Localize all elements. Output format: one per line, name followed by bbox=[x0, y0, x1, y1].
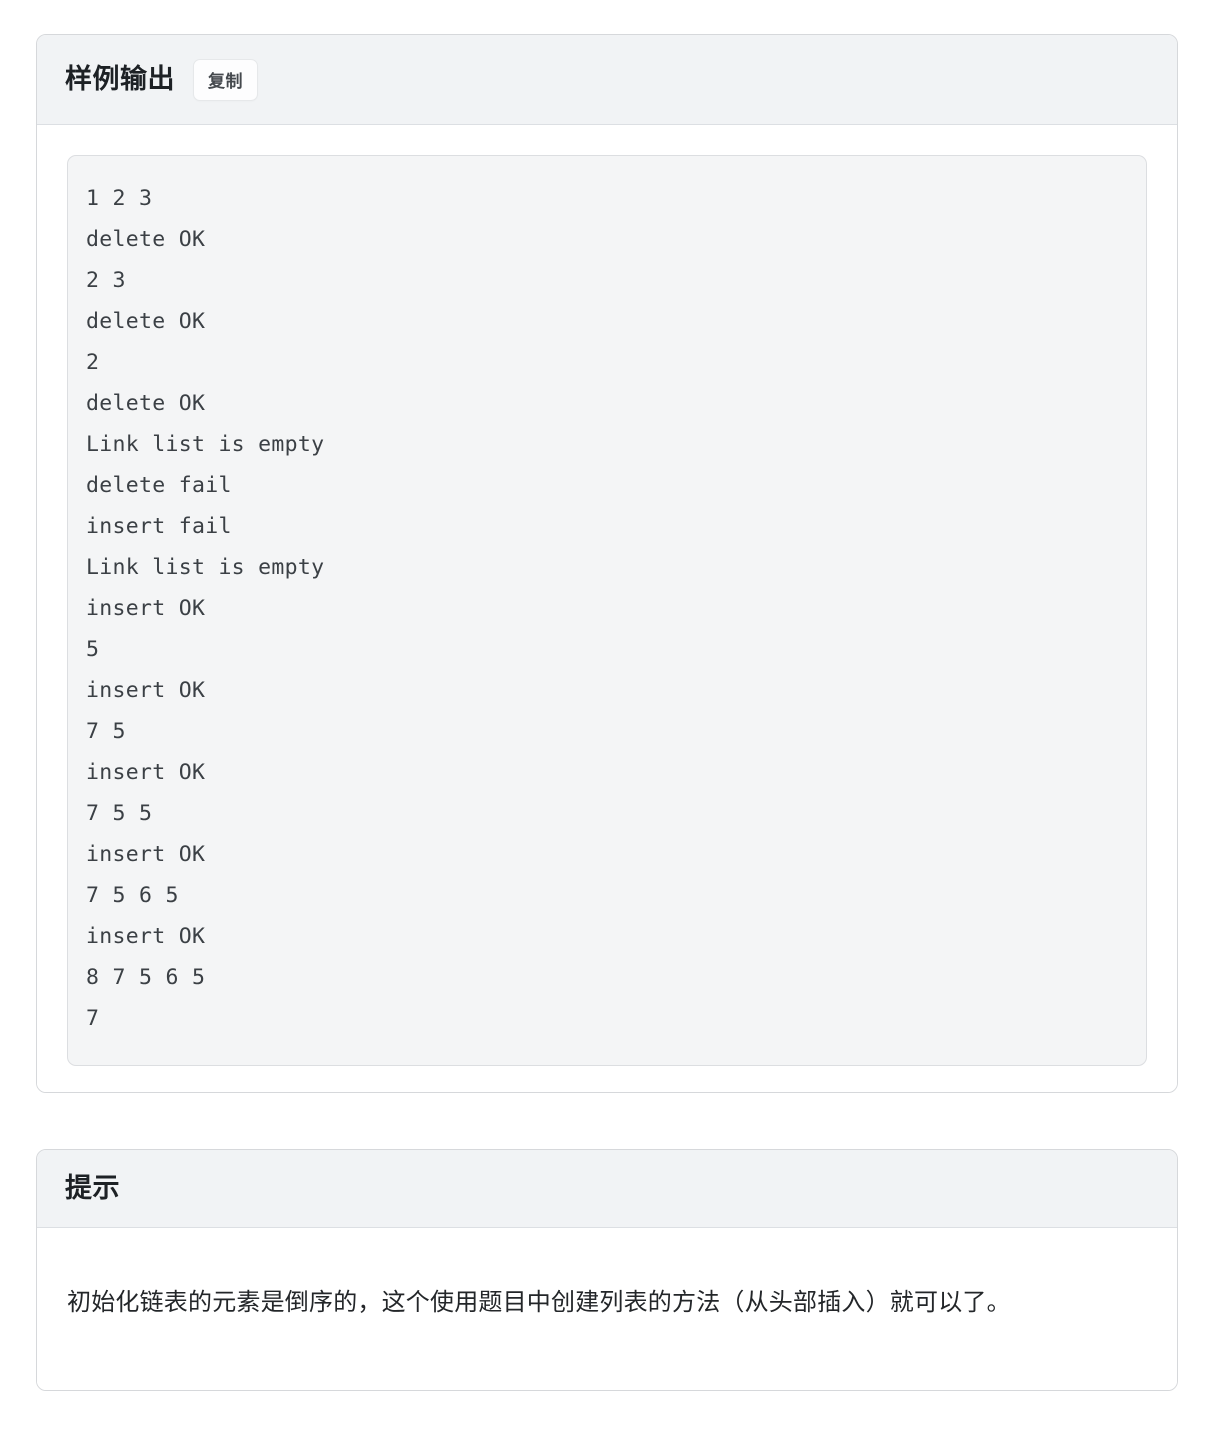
hint-card: 提示 初始化链表的元素是倒序的，这个使用题目中创建列表的方法（从头部插入）就可以… bbox=[36, 1149, 1178, 1391]
hint-header: 提示 bbox=[37, 1150, 1177, 1228]
copy-button[interactable]: 复制 bbox=[193, 58, 258, 101]
sample-output-title: 样例输出 bbox=[65, 64, 175, 95]
hint-title: 提示 bbox=[65, 1173, 120, 1204]
page-container: 样例输出 复制 1 2 3 delete OK 2 3 delete OK 2 … bbox=[0, 0, 1222, 1391]
sample-output-body: 1 2 3 delete OK 2 3 delete OK 2 delete O… bbox=[37, 125, 1177, 1092]
sample-output-code-block[interactable]: 1 2 3 delete OK 2 3 delete OK 2 delete O… bbox=[67, 155, 1147, 1066]
sample-output-code-text: 1 2 3 delete OK 2 3 delete OK 2 delete O… bbox=[86, 186, 325, 1031]
sample-output-card: 样例输出 复制 1 2 3 delete OK 2 3 delete OK 2 … bbox=[36, 34, 1178, 1093]
sample-output-header: 样例输出 复制 bbox=[37, 35, 1177, 125]
hint-text: 初始化链表的元素是倒序的，这个使用题目中创建列表的方法（从头部插入）就可以了。 bbox=[67, 1289, 1011, 1316]
hint-body: 初始化链表的元素是倒序的，这个使用题目中创建列表的方法（从头部插入）就可以了。 bbox=[37, 1228, 1177, 1390]
